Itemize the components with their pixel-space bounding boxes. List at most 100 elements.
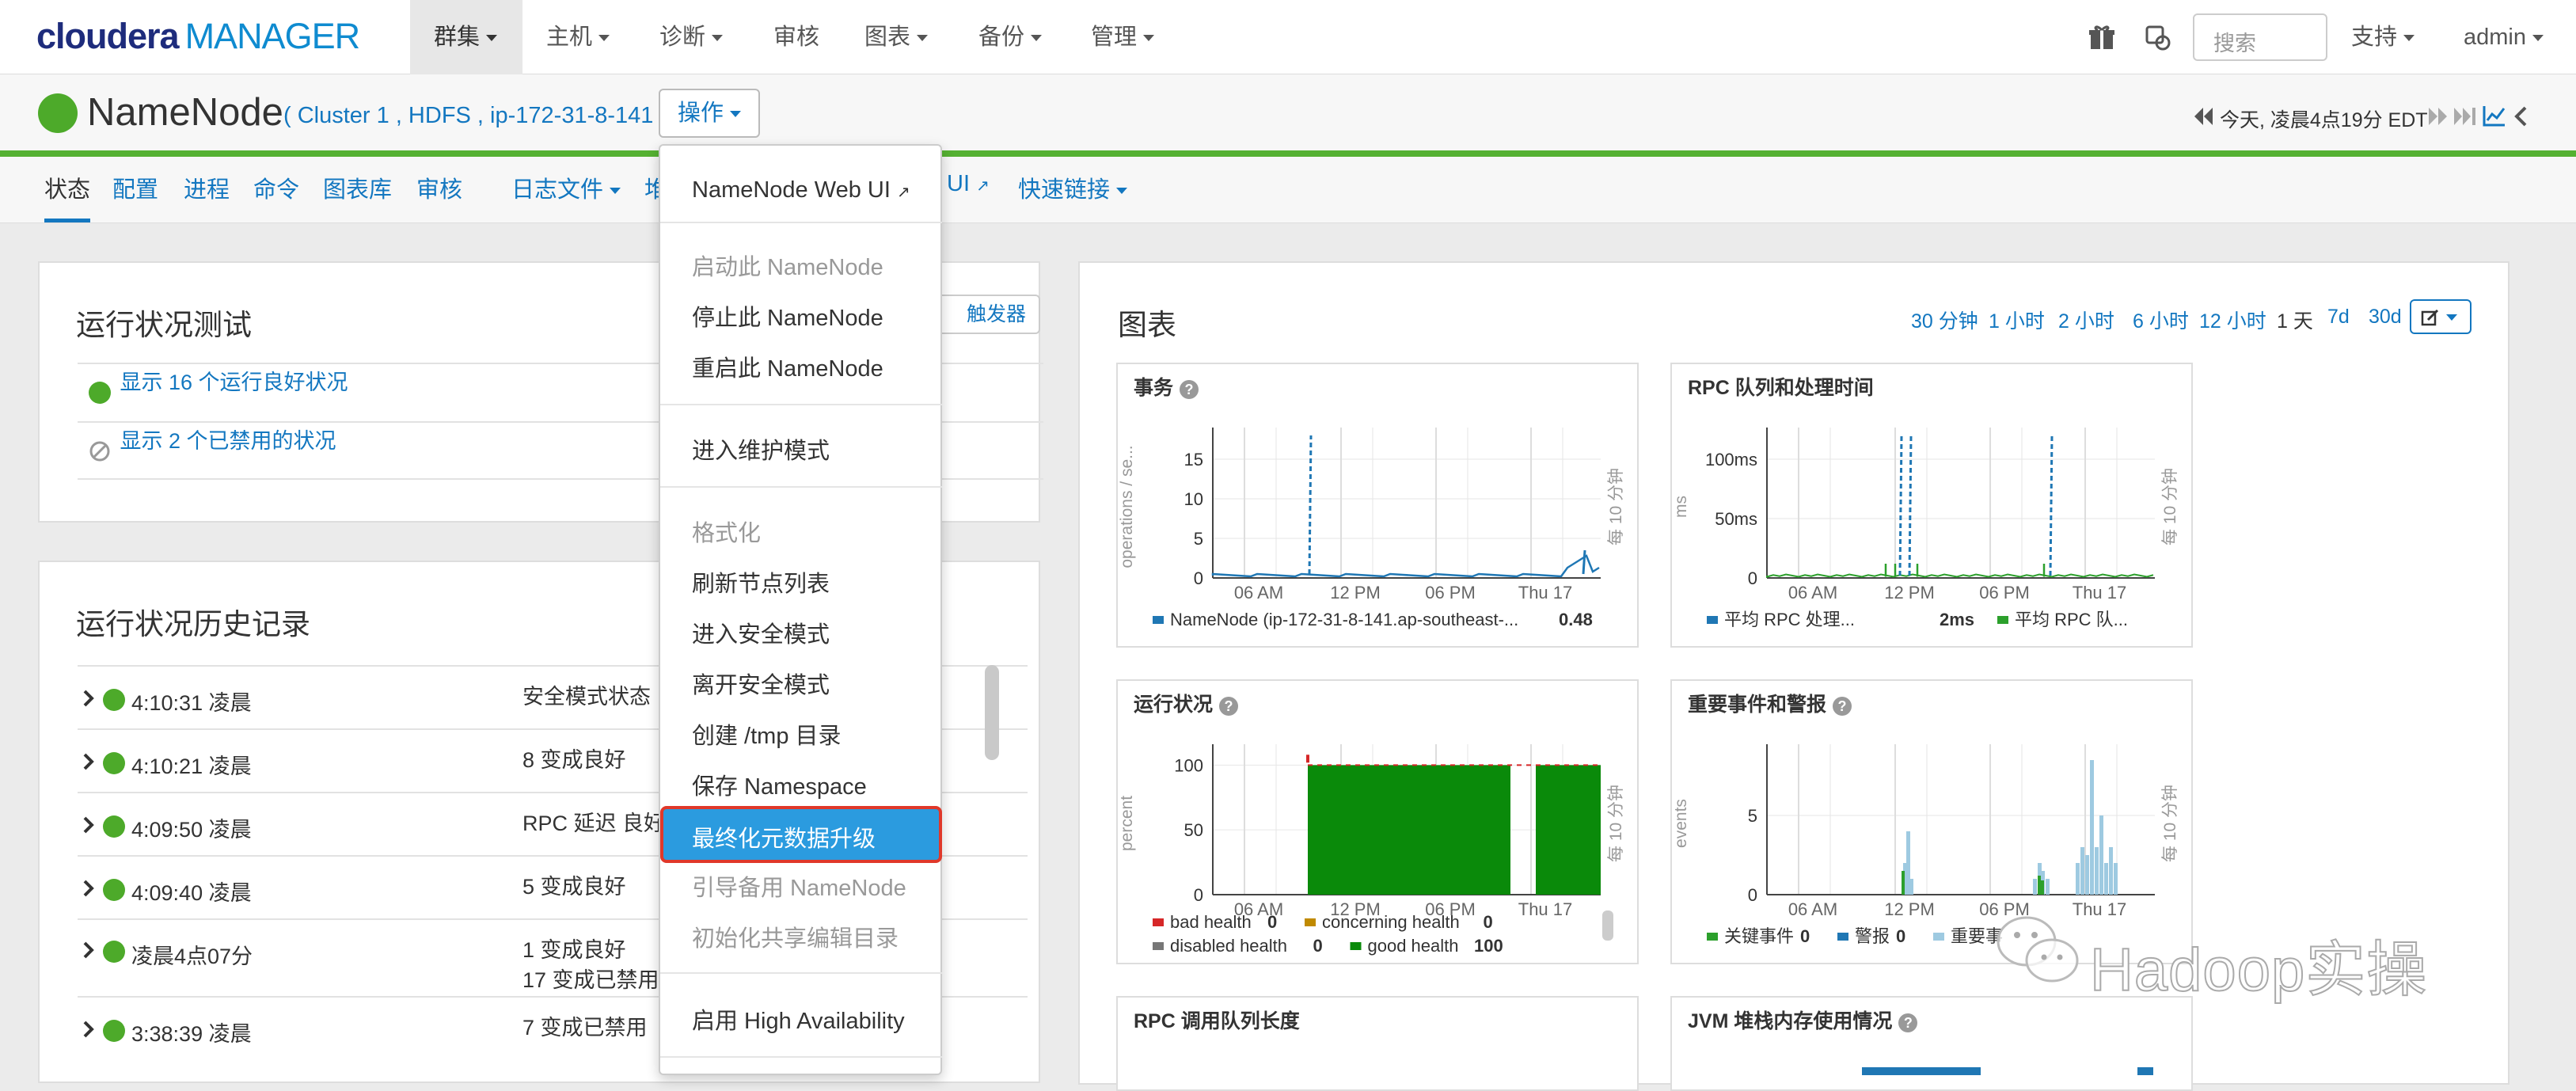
xtick-label: 12 PM [1884, 583, 1935, 603]
menu-item[interactable]: 启用 High Availability [692, 1002, 905, 1036]
history-time: 4:09:40 凌晨 [131, 881, 252, 905]
range-option[interactable]: 30d [2369, 306, 2402, 329]
user-menu[interactable]: admin [2464, 0, 2544, 74]
legend-value: 100 [1474, 936, 1503, 956]
health-good-link[interactable]: 显示 16 个运行良好状况 [120, 371, 348, 394]
menu-item: 启动此 NameNode [692, 255, 883, 280]
nav-charts[interactable]: 图表 [864, 0, 929, 74]
tab-web-ui[interactable]: UI ↗ [947, 171, 990, 197]
health-good-icon [103, 752, 125, 774]
range-option[interactable]: 12 小时 [2199, 306, 2266, 334]
page-breadcrumb[interactable]: ( Cluster 1 , HDFS , ip-172-31-8-141 ) [283, 103, 667, 129]
menu-item[interactable]: NameNode Web UI ↗ [692, 177, 910, 203]
chart-rpc-queue-time[interactable]: RPC 队列和处理时间 ms 每 10 分钟 100ms 50ms 0 06 AM 12 P… [1670, 363, 2193, 648]
chevron-right-icon[interactable] [82, 689, 95, 708]
event-bar [2104, 863, 2108, 895]
chart-icon[interactable] [2483, 105, 2506, 127]
tab-log-files[interactable]: 日志文件 [511, 171, 621, 204]
chevron-left-icon[interactable] [2514, 106, 2527, 127]
menu-item[interactable]: 最终化元数据升级 [660, 806, 942, 863]
nav-admin[interactable]: 管理 [1091, 0, 1155, 74]
event-bar [2046, 879, 2050, 895]
history-desc-2: 17 变成已禁用 [522, 968, 659, 992]
chart-plot: ms 每 10 分钟 100ms 50ms 0 06 AM 12 PM 06 PM Thu 17… [1672, 428, 2179, 629]
health-good-icon [103, 689, 125, 711]
cloudera-logo[interactable]: cloudera MANAGER [36, 16, 360, 57]
menu-item[interactable]: 进入安全模式 [692, 616, 830, 649]
chevron-right-icon[interactable] [82, 752, 95, 771]
chart-health-status[interactable]: 运行状况? percent 每 10 分钟 100 50 0 06 AM 12 PM 06 P… [1116, 679, 1639, 964]
tab-commands[interactable]: 命令 [253, 171, 299, 204]
menu-item: 格式化 [692, 521, 762, 546]
support-menu[interactable]: 支持 [2351, 0, 2415, 74]
event-bar [2095, 847, 2099, 895]
help-icon[interactable]: ? [1898, 1013, 1918, 1032]
nav-backup[interactable]: 备份 [978, 0, 1043, 74]
menu-item[interactable]: 创建 /tmp 目录 [692, 717, 842, 751]
watermark: Hadoop实操 [1995, 907, 2502, 1005]
chevron-right-icon[interactable] [82, 879, 95, 898]
ytick-label: 100 [1174, 755, 1203, 775]
triggers-button[interactable]: 触发器 [926, 295, 1040, 334]
menu-item[interactable]: 离开安全模式 [692, 667, 830, 700]
legend-scrollbar[interactable] [1602, 910, 1613, 941]
legend-swatch [1707, 933, 1718, 941]
tab-chart-library[interactable]: 图表库 [323, 171, 392, 204]
chevron-right-icon[interactable] [82, 815, 95, 834]
nav-clusters[interactable]: 群集 [410, 0, 522, 74]
menu-divider [660, 222, 942, 223]
history-scrollbar[interactable] [985, 665, 999, 760]
actions-button[interactable]: 操作 [659, 89, 760, 138]
legend-swatch [1350, 942, 1362, 950]
chevron-right-icon[interactable] [82, 941, 95, 960]
tab-audits[interactable]: 审核 [416, 171, 462, 204]
range-option[interactable]: 2 小时 [2058, 306, 2114, 334]
nav-hosts[interactable]: 主机 [546, 0, 610, 74]
tab-status[interactable]: 状态 [44, 171, 91, 222]
chart-jvm-heap[interactable]: JVM 堆栈内存使用情况? [1670, 996, 2193, 1091]
tab-processes[interactable]: 进程 [184, 171, 230, 204]
parcel-icon[interactable] [2144, 24, 2172, 51]
history-desc: 1 变成良好 [522, 938, 626, 962]
page-header: NameNode ( Cluster 1 , HDFS , ip-172-31-… [0, 74, 2576, 154]
legend-value: 0 [1267, 912, 1277, 932]
critical-bar [2041, 880, 2044, 895]
history-desc: 7 变成已禁用 [522, 1016, 648, 1040]
chart-rpc-call-queue[interactable]: RPC 调用队列长度 [1116, 996, 1639, 1091]
range-option[interactable]: 7d [2327, 306, 2350, 329]
range-option[interactable]: 1 天 [2277, 306, 2313, 334]
wechat-logo-icon [1997, 916, 2079, 983]
chart-side-label: 每 10 分钟 [2161, 785, 2179, 862]
skip-end-icon[interactable] [2454, 108, 2478, 125]
menu-item[interactable]: 进入维护模式 [692, 432, 830, 466]
chevron-right-icon[interactable] [82, 1020, 95, 1039]
time-indicator[interactable]: 今天, 凌晨4点19分 EDT [2220, 105, 2428, 133]
legend-swatch [1305, 918, 1316, 926]
history-time: 凌晨4点07分 [131, 945, 253, 968]
bad-health-mark [1306, 755, 1309, 763]
menu-item[interactable]: 停止此 NameNode [692, 299, 883, 333]
menu-item[interactable]: 重启此 NameNode [692, 350, 883, 383]
range-option[interactable]: 1 小时 [1989, 306, 2045, 334]
menu-item[interactable]: 刷新节点列表 [692, 565, 830, 599]
nav-audits[interactable]: 审核 [773, 0, 819, 74]
nav-diagnostics[interactable]: 诊断 [659, 0, 724, 74]
tab-quick-links[interactable]: 快速链接 [1018, 171, 1128, 204]
range-option[interactable]: 30 分钟 [1911, 306, 1978, 334]
range-option[interactable]: 6 小时 [2133, 306, 2189, 334]
critical-bar [2038, 876, 2041, 895]
skip-back-icon[interactable] [2194, 108, 2213, 125]
skip-forward-icon[interactable] [2429, 108, 2448, 125]
tab-config[interactable]: 配置 [112, 171, 158, 204]
gift-icon[interactable] [2088, 24, 2115, 51]
top-navbar: cloudera MANAGER 群集 主机 诊断 审核 图表 备份 管理 搜索 … [0, 0, 2576, 74]
xtick-label: Thu 17 [2073, 583, 2127, 603]
search-input[interactable]: 搜索 [2193, 13, 2327, 61]
menu-item[interactable]: 保存 Namespace [692, 768, 867, 801]
chart-edit-button[interactable] [2410, 299, 2472, 334]
health-good-icon [103, 941, 125, 963]
series-spike [2049, 435, 2054, 576]
chart-transactions[interactable]: 事务? operations / se... 每 10 分钟 15 10 5 0 06 AM… [1116, 363, 1639, 648]
health-disabled-link[interactable]: 显示 2 个已禁用的状况 [120, 429, 336, 453]
ytick-label: 5 [1748, 806, 1757, 826]
